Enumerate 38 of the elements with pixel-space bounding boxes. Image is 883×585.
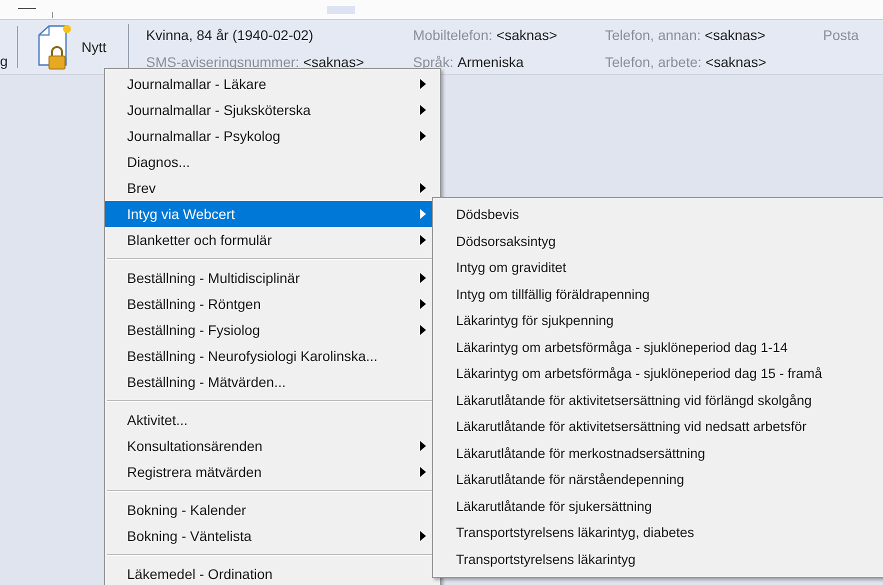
patient-summary: Kvinna, 84 år (1940-02-02) bbox=[146, 26, 314, 45]
field-label: Telefon, annan: bbox=[605, 26, 701, 45]
toolbar-label: g bbox=[0, 52, 9, 71]
submenu-arrow-icon bbox=[420, 79, 426, 89]
submenu-item[interactable]: Läkarutlåtande för aktivitetsersättning vid förlängd skolgång bbox=[433, 388, 883, 414]
field-value: <saknas> bbox=[303, 53, 364, 72]
field-label: SMS-aviseringsnummer: bbox=[146, 53, 300, 72]
field-value: Armeniska bbox=[457, 53, 524, 72]
field-value: <saknas> bbox=[704, 26, 766, 45]
submenu-arrow-icon bbox=[420, 467, 426, 477]
field-value: <saknas> bbox=[496, 26, 558, 45]
submenu-arrow-icon bbox=[420, 105, 426, 115]
field-label: Telefon, arbete: bbox=[605, 53, 702, 72]
new-button[interactable]: Nytt bbox=[22, 20, 120, 74]
submenu-arrow-icon bbox=[420, 531, 426, 541]
field-label: Posta bbox=[823, 26, 859, 45]
submenu-arrow-icon bbox=[420, 209, 426, 219]
field-value: <saknas> bbox=[706, 53, 766, 72]
submenu-arrow-icon bbox=[420, 131, 426, 141]
dash-mark bbox=[18, 8, 36, 9]
tab-marker bbox=[327, 6, 355, 14]
menu-item[interactable]: Diagnos... bbox=[105, 149, 440, 175]
menu-item[interactable]: Brev bbox=[105, 175, 440, 201]
menu-item[interactable]: Journalmallar - Sjuksköterska bbox=[105, 97, 440, 123]
submenu-item[interactable]: Läkarintyg om arbetsförmåga - sjuklöneperiod dag 15 - framå bbox=[433, 361, 883, 388]
menu-item[interactable]: Journalmallar - Läkare bbox=[105, 71, 440, 97]
submenu-arrow-icon bbox=[420, 235, 426, 245]
field-label: Språk: bbox=[413, 53, 454, 72]
submenu-arrow-icon bbox=[420, 183, 426, 193]
submenu-arrow-icon bbox=[420, 441, 426, 451]
submenu-arrow-icon bbox=[420, 325, 426, 335]
tick-mark bbox=[52, 12, 53, 18]
submenu-arrow-icon bbox=[420, 273, 426, 283]
submenu-arrow-icon bbox=[420, 299, 426, 309]
submenu-item[interactable]: Läkarutlåtande för sjukersättning bbox=[433, 494, 883, 520]
submenu-item[interactable]: Transportstyrelsens läkarintyg bbox=[433, 546, 883, 573]
menu-item[interactable]: Journalmallar - Psykolog bbox=[105, 123, 440, 149]
field-label: Mobiltelefon: bbox=[413, 26, 492, 45]
